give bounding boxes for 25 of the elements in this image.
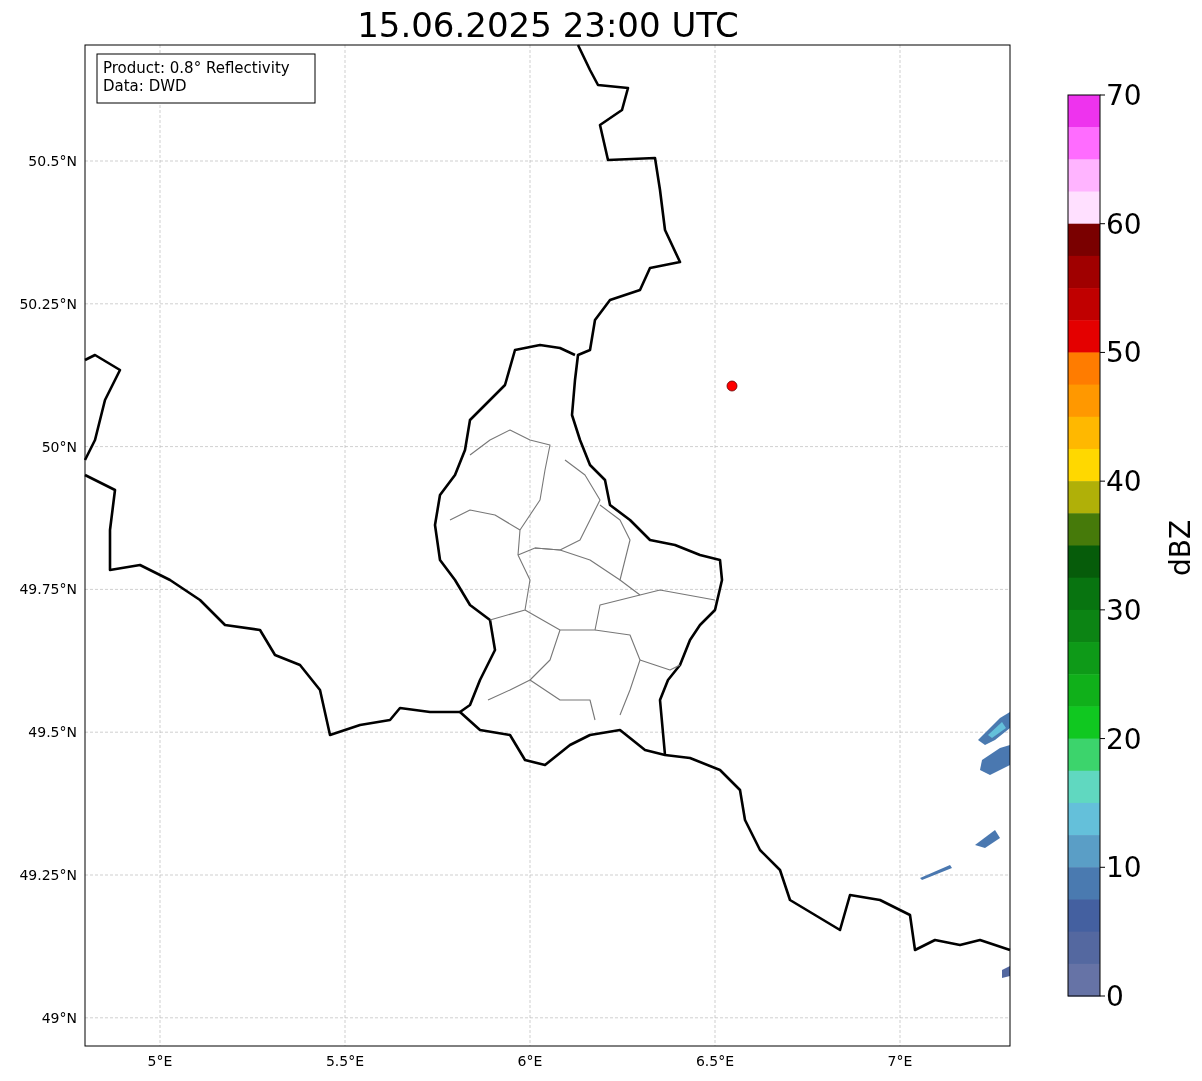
y-tick-label: 50.5°N (28, 153, 77, 169)
y-tick-label: 49.75°N (19, 581, 77, 598)
chart-title: 15.06.2025 23:00 UTC (357, 5, 739, 45)
colorbar-tick-label: 0 (1106, 980, 1124, 1013)
colorbar-tick-label: 70 (1106, 79, 1142, 112)
y-tick-label: 49°N (41, 1009, 77, 1026)
y-tick-label: 49.25°N (19, 867, 77, 883)
info-text: Product: 0.8° Reflectivity (103, 59, 290, 77)
x-tick-label: 7°E (887, 1053, 913, 1069)
x-tick-label: 6.5°E (695, 1053, 735, 1069)
colorbar-tick-label: 30 (1106, 593, 1142, 627)
colorbar-tick-label: 40 (1106, 465, 1142, 499)
colorbar-tick-label: 60 (1106, 207, 1142, 241)
colorbar-label: dBZ (1164, 519, 1197, 577)
x-tick-label: 5.5°E (325, 1053, 365, 1069)
y-tick-label: 50°N (41, 438, 77, 455)
x-tick-label: 5°E (147, 1053, 173, 1069)
info-text: Data: DWD (103, 77, 187, 95)
colorbar-tick-label: 50 (1106, 336, 1142, 370)
colorbar-tick-label: 10 (1106, 851, 1142, 885)
y-tick-label: 49.5°N (28, 724, 77, 741)
radar-site-marker (726, 380, 738, 392)
x-tick-label: 6°E (517, 1053, 543, 1069)
y-tick-label: 50.25°N (19, 295, 77, 312)
colorbar-tick-label: 20 (1106, 722, 1142, 756)
